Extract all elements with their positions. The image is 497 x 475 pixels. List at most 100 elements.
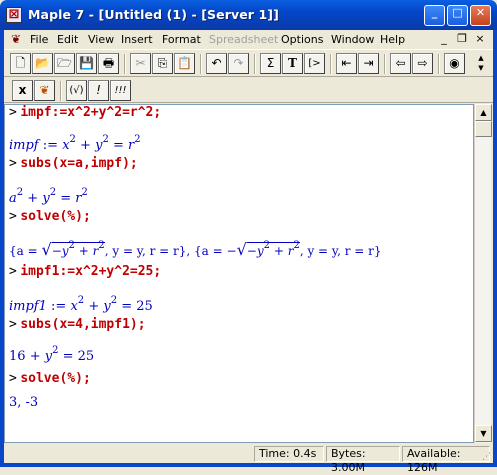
menu-format[interactable]: Format	[162, 33, 201, 46]
undo-icon[interactable]: ↶	[206, 53, 227, 74]
print-icon[interactable]: 🖶	[98, 53, 119, 74]
output-symbol: + r	[78, 244, 99, 258]
prompt-icon[interactable]: [>	[304, 53, 325, 74]
command[interactable]: impf:=x^2+y^2=r^2;	[20, 105, 161, 120]
input-line[interactable]: > solve(%);	[9, 371, 91, 386]
minimize-button[interactable]: _	[424, 5, 445, 26]
output-symbol: y	[103, 299, 111, 314]
output-line: {a = √−y2 + r2, y = y, r = r}, {a = −√−y…	[9, 240, 382, 259]
execute-all-icon[interactable]: !!!	[110, 80, 131, 101]
output-symbol: + r	[273, 244, 294, 258]
sigma-icon[interactable]: Σ	[260, 53, 281, 74]
prompt: >	[9, 105, 17, 120]
sqrt-sign: √	[41, 240, 52, 259]
output-number: 16	[9, 349, 26, 364]
open-url-icon[interactable]: 🗁	[54, 53, 75, 74]
redo-icon[interactable]: ↷	[228, 53, 249, 74]
output-text: , y = y, r = r}, {a = −	[104, 244, 237, 258]
output-symbol: impf	[9, 138, 39, 153]
context-toolbar: x ❦ (√) ! !!!	[4, 77, 493, 103]
stop-icon[interactable]: ◉	[444, 53, 465, 74]
prompt: >	[9, 264, 17, 279]
copy-icon[interactable]: ⎘	[152, 53, 173, 74]
forward-icon[interactable]: ⇨	[412, 53, 433, 74]
mdi-close-button[interactable]: ×	[472, 31, 488, 47]
toolbar-separator	[330, 54, 332, 74]
sqrt-sign: √	[236, 240, 247, 259]
math-mode-icon[interactable]: x	[12, 80, 33, 101]
menu-spreadsheet[interactable]: Spreadsheet	[209, 33, 278, 46]
output-symbol: a	[9, 191, 17, 206]
output-exponent: 2	[49, 187, 57, 198]
scroll-thumb[interactable]	[475, 121, 492, 137]
output-exponent: 2	[263, 240, 270, 251]
window-title: Maple 7 - [Untitled (1) - [Server 1]]	[28, 7, 279, 22]
output-number: 25	[77, 349, 95, 364]
resize-grip-icon[interactable]: ⋰	[482, 452, 491, 462]
indent-right-icon[interactable]: ⇥	[358, 53, 379, 74]
toolbar-separator	[124, 54, 126, 74]
output-number: 3, -3	[9, 395, 39, 410]
save-icon[interactable]: 💾	[76, 53, 97, 74]
command[interactable]: impf1:=x^2+y^2=25;	[20, 264, 161, 279]
menu-file[interactable]: File	[30, 33, 48, 46]
input-line[interactable]: > impf1:=x^2+y^2=25;	[9, 264, 161, 279]
output-exponent: 2	[110, 295, 118, 306]
sqrt-radicand: −y2 + r2	[51, 241, 105, 258]
command[interactable]: subs(x=a,impf);	[20, 156, 137, 171]
menu-view[interactable]: View	[88, 33, 114, 46]
output-operator: +	[27, 191, 39, 206]
menu-options[interactable]: Options	[281, 33, 323, 46]
paste-icon[interactable]: 📋	[174, 53, 195, 74]
output-operator: :=	[51, 299, 67, 314]
menu-insert[interactable]: Insert	[121, 33, 153, 46]
toolbar-separator	[438, 54, 440, 74]
back-icon[interactable]: ⇦	[390, 53, 411, 74]
menu-window[interactable]: Window	[331, 33, 374, 46]
worksheet[interactable]: > impf:=x^2+y^2=r^2; impf := x2 + y2 = r…	[4, 104, 474, 443]
output-exponent: 2	[81, 187, 88, 198]
open-icon[interactable]: 📂	[32, 53, 53, 74]
close-button[interactable]: ✕	[470, 5, 491, 26]
indent-left-icon[interactable]: ⇤	[336, 53, 357, 74]
evaluate-icon[interactable]: (√)	[66, 80, 87, 101]
scroll-up-icon[interactable]: ▲	[475, 104, 492, 121]
mdi-minimize-button[interactable]: _	[436, 31, 452, 47]
input-line[interactable]: > subs(x=4,impf1);	[9, 317, 146, 332]
scroll-down-icon[interactable]: ▼	[475, 425, 492, 442]
output-symbol: y	[42, 191, 50, 206]
input-line[interactable]: > subs(x=a,impf);	[9, 156, 138, 171]
vertical-scrollbar[interactable]: ▲ ▼	[474, 104, 492, 443]
prompt: >	[9, 156, 17, 171]
maple-app-icon[interactable]: ⊠	[6, 7, 22, 23]
output-operator: +	[29, 349, 41, 364]
mdi-restore-button[interactable]: ❐	[454, 31, 470, 47]
maximize-button[interactable]: □	[447, 5, 468, 26]
menu-bar: ❦ File Edit View Insert Format Spreadshe…	[4, 30, 493, 49]
input-line[interactable]: > solve(%);	[9, 209, 91, 224]
input-line[interactable]: > impf:=x^2+y^2=r^2;	[9, 105, 161, 120]
output-operator: +	[80, 138, 91, 153]
output-exponent: 2	[134, 134, 141, 145]
toolbar-scroll-arrows[interactable]: ▲ ▼	[474, 53, 488, 74]
menu-help[interactable]: Help	[380, 33, 405, 46]
text-icon[interactable]: T	[282, 53, 303, 74]
output-operator: =	[112, 138, 124, 153]
maximize-icon: □	[452, 6, 463, 19]
output-line: impf1 := x2 + y2 = 25	[9, 296, 153, 315]
menu-edit[interactable]: Edit	[57, 33, 78, 46]
minimize-icon: _	[431, 6, 438, 19]
output-text: {a =	[9, 244, 42, 258]
main-toolbar: 🗋 📂 🗁 💾 🖶 ✂ ⎘ 📋 ↶ ↷ Σ T [> ⇤ ⇥ ⇦ ⇨ ◉ ▲ ▼	[4, 49, 493, 77]
command[interactable]: solve(%);	[20, 209, 90, 224]
document-system-icon[interactable]: ❦	[8, 32, 24, 47]
execute-icon[interactable]: !	[88, 80, 109, 101]
command[interactable]: subs(x=4,impf1);	[20, 317, 145, 332]
output-symbol: −y	[51, 244, 69, 258]
maple-leaf-icon[interactable]: ❦	[34, 80, 55, 101]
output-exponent: 2	[16, 187, 24, 198]
command[interactable]: solve(%);	[20, 371, 90, 386]
new-icon[interactable]: 🗋	[10, 53, 31, 74]
cut-icon[interactable]: ✂	[130, 53, 151, 74]
toolbar-separator	[60, 81, 62, 101]
